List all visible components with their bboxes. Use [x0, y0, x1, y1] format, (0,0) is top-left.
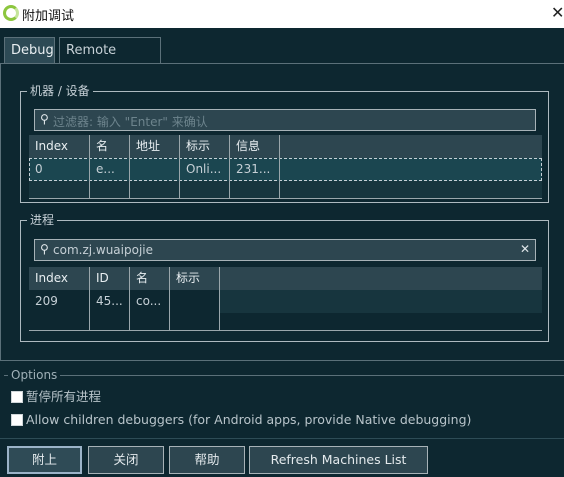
- app-icon: [3, 5, 19, 21]
- machines-table: Index 名 地址 标示 信息 0 e... Onli... 231...: [29, 135, 542, 199]
- column-header[interactable]: 标示: [170, 267, 220, 290]
- processes-group: 进程 ⚲ com.zj.wuaipojie ✕ Index ID 名 标示 20…: [20, 212, 549, 342]
- checkbox-box[interactable]: [11, 391, 23, 403]
- column-header[interactable]: ID: [90, 267, 130, 290]
- tab-bar: Debug Remote Debug: [0, 28, 564, 84]
- machines-group-title: 机器 / 设备: [27, 83, 93, 99]
- column-header[interactable]: 信息: [230, 135, 280, 158]
- column-header[interactable]: 标示: [180, 135, 230, 158]
- table-cell-empty: [130, 313, 170, 331]
- footer-divider: [0, 438, 564, 439]
- close-button[interactable]: 关闭: [88, 446, 164, 474]
- table-cell-empty: [90, 313, 130, 331]
- clear-icon[interactable]: ✕: [520, 242, 530, 256]
- table-header: Index 名 地址 标示 信息: [29, 135, 542, 158]
- window-title: 附加调试: [22, 9, 75, 24]
- table-cell-empty: [180, 181, 230, 199]
- table-cell-empty: [90, 181, 130, 199]
- search-icon: ⚲: [40, 112, 49, 126]
- options-label: Options: [8, 368, 61, 382]
- column-header[interactable]: Index: [29, 267, 90, 290]
- table-cell: Onli...: [180, 158, 230, 181]
- table-cell: 209: [29, 290, 90, 313]
- title-bar: 附加调试 ✕: [0, 0, 564, 28]
- table-cell: [170, 290, 220, 313]
- table-empty-row: [29, 313, 542, 331]
- processes-table: Index ID 名 标示 209 45... co...: [29, 267, 542, 333]
- table-cell: 45...: [90, 290, 130, 313]
- column-header[interactable]: 地址: [130, 135, 180, 158]
- table-cell-empty: [130, 181, 180, 199]
- checkbox-label: Allow children debuggers (for Android ap…: [26, 412, 472, 427]
- attach-button[interactable]: 附上: [7, 446, 82, 474]
- tab-debug[interactable]: Debug: [4, 37, 55, 64]
- processes-group-title: 进程: [27, 212, 58, 228]
- close-icon[interactable]: ✕: [551, 3, 564, 22]
- tab-remote-debug[interactable]: Remote Debug: [59, 37, 161, 84]
- machines-group: 机器 / 设备 ⚲ 过滤器: 输入 "Enter" 来确认 Index 名 地址…: [20, 83, 549, 203]
- process-filter-input[interactable]: ⚲ com.zj.wuaipojie ✕: [34, 239, 536, 261]
- refresh-machines-button[interactable]: Refresh Machines List: [249, 446, 428, 474]
- debug-tab-panel: 机器 / 设备 ⚲ 过滤器: 输入 "Enter" 来确认 Index 名 地址…: [0, 63, 564, 361]
- table-empty-row: [29, 181, 542, 199]
- checkbox-label: 暂停所有进程: [26, 389, 102, 404]
- table-header: Index ID 名 标示: [29, 267, 542, 290]
- table-cell: e...: [90, 158, 130, 181]
- table-cell: 231...: [230, 158, 280, 181]
- table-cell-empty: [230, 181, 280, 199]
- table-cell: [130, 158, 180, 181]
- column-header[interactable]: Index: [29, 135, 90, 158]
- search-icon: ⚲: [40, 242, 49, 256]
- column-header[interactable]: 名: [130, 267, 170, 290]
- table-cell: co...: [130, 290, 170, 313]
- table-cell-empty: [220, 290, 542, 313]
- options-divider: [4, 375, 564, 376]
- table-row[interactable]: 209 45... co...: [29, 290, 542, 313]
- table-row[interactable]: 0 e... Onli... 231...: [29, 158, 542, 181]
- table-cell-empty: [29, 181, 90, 199]
- table-cell-empty: [170, 313, 220, 331]
- table-cell: 0: [29, 158, 90, 181]
- process-filter-value: com.zj.wuaipojie: [53, 243, 154, 257]
- column-header[interactable]: 名: [90, 135, 130, 158]
- machine-filter-placeholder: 过滤器: 输入 "Enter" 来确认: [53, 115, 208, 129]
- table-cell-empty: [29, 313, 90, 331]
- machine-filter-input[interactable]: ⚲ 过滤器: 输入 "Enter" 来确认: [34, 109, 536, 131]
- help-button[interactable]: 帮助: [169, 446, 245, 474]
- checkbox-box[interactable]: [11, 414, 23, 426]
